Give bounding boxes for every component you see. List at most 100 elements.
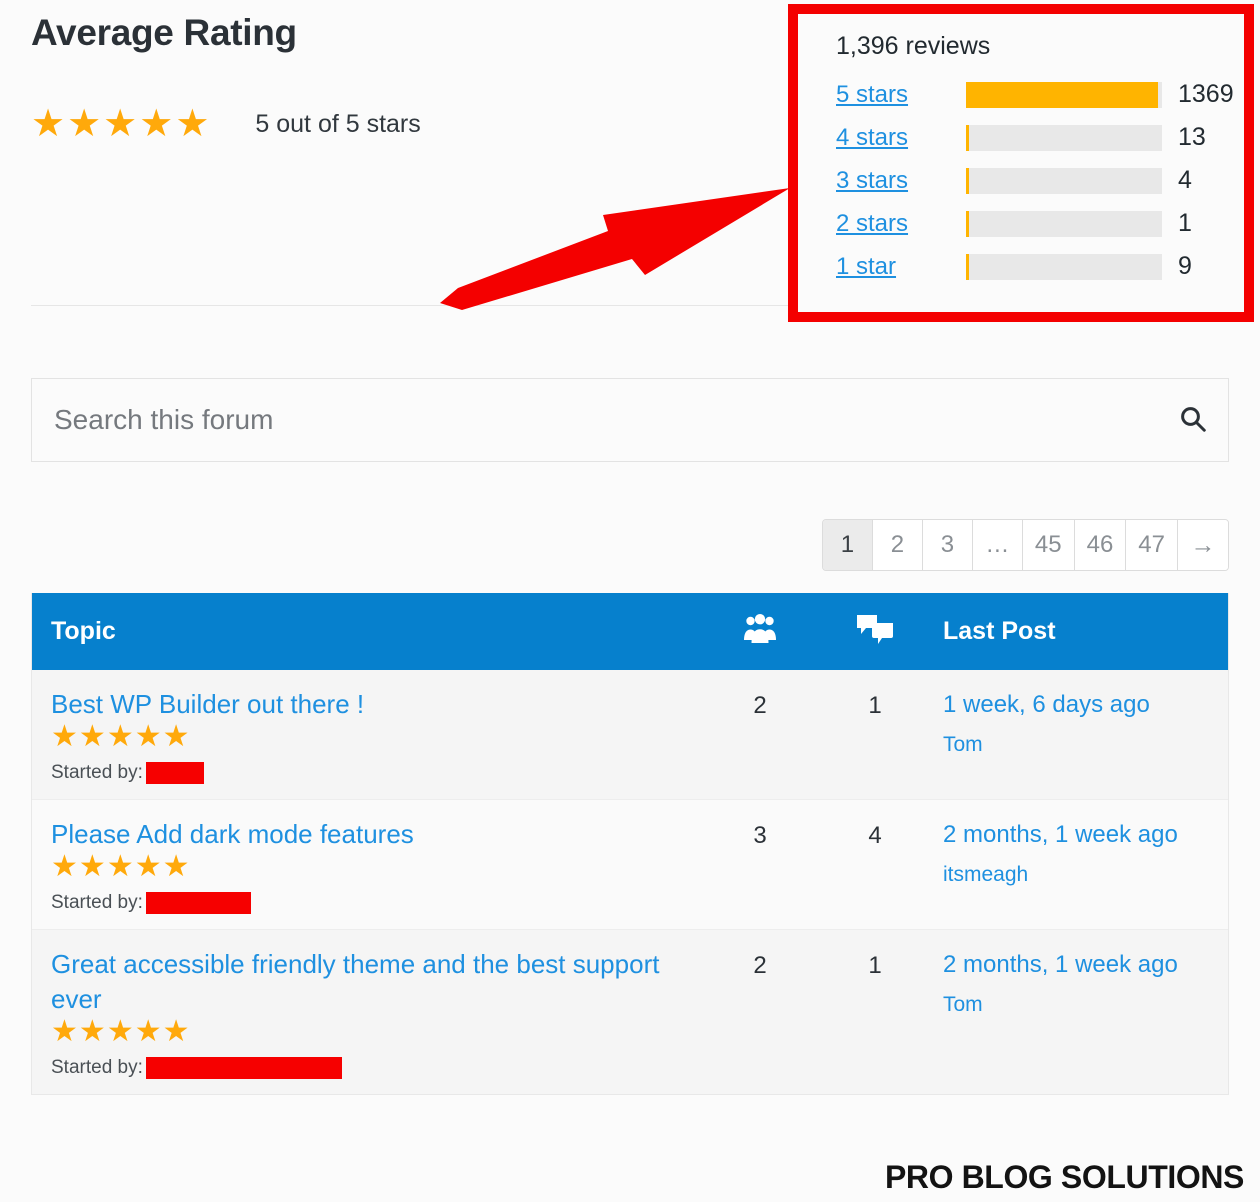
rating-bar-count: 13 bbox=[1178, 123, 1206, 151]
star-icon: ★ bbox=[103, 103, 138, 145]
comments-icon bbox=[855, 613, 895, 650]
rating-filter-link-2[interactable]: 2 stars bbox=[836, 210, 966, 238]
rating-histogram-row: 4 stars 13 bbox=[836, 116, 1222, 159]
rating-filter-link-1[interactable]: 1 star bbox=[836, 253, 966, 281]
star-icon: ★ bbox=[162, 1015, 190, 1049]
last-post-author-link[interactable]: Tom bbox=[943, 733, 1228, 757]
pagination-page-2[interactable]: 2 bbox=[872, 520, 923, 570]
cell-topic: Please Add dark mode features ★ ★ ★ ★ ★ Star… bbox=[32, 800, 704, 929]
table-row: Great accessible friendly theme and the … bbox=[32, 930, 1228, 1095]
cell-last-post: 2 months, 1 week ago Tom bbox=[934, 930, 1228, 1017]
rating-bar-fill bbox=[966, 253, 970, 280]
pagination-page-45[interactable]: 45 bbox=[1022, 520, 1075, 570]
rating-bar-track bbox=[966, 81, 1162, 108]
started-by: Started by: bbox=[51, 892, 685, 915]
pagination-page-46[interactable]: 46 bbox=[1074, 520, 1127, 570]
rating-filter-link-3[interactable]: 3 stars bbox=[836, 167, 966, 195]
rating-bar-track bbox=[966, 167, 1162, 194]
rating-histogram-row: 5 stars 1369 bbox=[836, 73, 1234, 116]
star-icon: ★ bbox=[175, 103, 210, 145]
star-icon: ★ bbox=[31, 103, 66, 145]
rating-bar-count: 4 bbox=[1178, 166, 1192, 194]
rating-histogram-row: 1 star 9 bbox=[836, 245, 1222, 288]
rating-histogram-rows: 5 stars 1369 4 stars 13 3 stars 4 2 star… bbox=[836, 73, 1234, 288]
star-icon: ★ bbox=[106, 720, 134, 754]
column-header-replies[interactable] bbox=[816, 613, 934, 650]
column-header-voices[interactable] bbox=[704, 614, 816, 649]
cell-replies-count: 1 bbox=[868, 692, 882, 719]
cell-replies-count: 1 bbox=[868, 952, 882, 980]
topic-title-link[interactable]: Best WP Builder out there ! bbox=[51, 687, 685, 722]
cell-last-post: 2 months, 1 week ago itsmeagh bbox=[934, 800, 1228, 887]
last-post-time-link[interactable]: 2 months, 1 week ago bbox=[943, 951, 1228, 979]
star-icon: ★ bbox=[134, 850, 162, 884]
red-arrow-annotation-icon bbox=[440, 188, 790, 310]
topic-title-link[interactable]: Great accessible friendly theme and the … bbox=[51, 947, 685, 1017]
last-post-time-link[interactable]: 2 months, 1 week ago bbox=[943, 821, 1228, 849]
rating-filter-link-5[interactable]: 5 stars bbox=[836, 81, 966, 109]
rating-bar-count: 9 bbox=[1178, 252, 1192, 280]
topic-rating-stars: ★ ★ ★ ★ ★ bbox=[51, 852, 685, 882]
star-icon: ★ bbox=[67, 103, 102, 145]
column-header-topic[interactable]: Topic bbox=[32, 617, 704, 646]
topic-title-link[interactable]: Please Add dark mode features bbox=[51, 817, 685, 852]
star-icon: ★ bbox=[51, 720, 78, 754]
pagination-next-button[interactable]: → bbox=[1178, 520, 1228, 570]
star-icon: ★ bbox=[51, 1015, 78, 1049]
forum-reviews-page: Average Rating ★ ★ ★ ★ ★ 5 out of 5 stars 1,… bbox=[0, 0, 1260, 1202]
rating-bar-count: 1369 bbox=[1178, 80, 1234, 108]
star-icon: ★ bbox=[78, 1015, 106, 1049]
table-row: Please Add dark mode features ★ ★ ★ ★ ★ Star… bbox=[32, 800, 1228, 931]
redacted-author-name bbox=[145, 762, 204, 785]
rating-filter-link-4[interactable]: 4 stars bbox=[836, 124, 966, 152]
rating-histogram-row: 3 stars 4 bbox=[836, 159, 1222, 202]
last-post-author-link[interactable]: Tom bbox=[943, 993, 1228, 1017]
topics-table-body: Best WP Builder out there ! ★ ★ ★ ★ ★ Starte… bbox=[32, 670, 1228, 1095]
watermark: PRO BLOG SOLUTIONS bbox=[884, 1159, 1244, 1195]
redacted-author-name bbox=[145, 892, 251, 915]
cell-voices-count: 3 bbox=[753, 822, 767, 850]
cell-voices-count: 2 bbox=[753, 692, 767, 719]
rating-bar-track bbox=[966, 124, 1162, 151]
pagination[interactable]: 1 2 3… 45 46 47 → bbox=[821, 519, 1229, 571]
cell-last-post: 1 week, 6 days ago Tom bbox=[934, 670, 1228, 757]
last-post-time-link[interactable]: 1 week, 6 days ago bbox=[943, 691, 1228, 719]
average-rating-block: Average Rating bbox=[31, 12, 297, 55]
cell-topic: Best WP Builder out there ! ★ ★ ★ ★ ★ Starte… bbox=[32, 670, 704, 799]
cell-replies-count: 4 bbox=[868, 822, 882, 850]
pagination-page-3[interactable]: 3 bbox=[922, 520, 973, 570]
rating-bar-track bbox=[966, 253, 1162, 280]
started-by-label: Started by: bbox=[51, 892, 143, 914]
star-icon: ★ bbox=[51, 850, 78, 884]
started-by: Started by: bbox=[51, 762, 685, 785]
forum-search-bar[interactable] bbox=[31, 378, 1229, 462]
started-by-label: Started by: bbox=[51, 762, 143, 784]
page-title: Average Rating bbox=[31, 12, 297, 53]
star-icon: ★ bbox=[162, 720, 190, 754]
pagination-page-47[interactable]: 47 bbox=[1126, 520, 1178, 570]
pagination-page-…[interactable]: … bbox=[972, 520, 1023, 570]
rating-bar-fill bbox=[966, 81, 1159, 108]
search-submit-button[interactable] bbox=[1158, 379, 1228, 461]
star-icon: ★ bbox=[134, 1015, 162, 1049]
star-icon: ★ bbox=[78, 850, 106, 884]
average-rating-stars-row: ★ ★ ★ ★ ★ 5 out of 5 stars bbox=[31, 105, 421, 143]
search-input[interactable] bbox=[32, 379, 1158, 461]
star-icon: ★ bbox=[162, 850, 190, 884]
table-row: Best WP Builder out there ! ★ ★ ★ ★ ★ Starte… bbox=[32, 670, 1228, 801]
rating-bar-track bbox=[966, 210, 1162, 237]
pagination-page-1[interactable]: 1 bbox=[822, 520, 873, 570]
cell-voices-count: 2 bbox=[753, 952, 767, 980]
rating-bar-count: 1 bbox=[1178, 209, 1192, 237]
topic-rating-stars: ★ ★ ★ ★ ★ bbox=[51, 722, 685, 752]
star-icon: ★ bbox=[106, 1015, 134, 1049]
last-post-author-link[interactable]: itsmeagh bbox=[943, 863, 1228, 887]
average-rating-summary: 5 out of 5 stars bbox=[255, 109, 421, 138]
topics-table: Topic Last Post Best WP Builder out ther… bbox=[31, 593, 1229, 1096]
star-icon: ★ bbox=[134, 720, 162, 754]
average-rating-stars: ★ ★ ★ ★ ★ bbox=[31, 105, 209, 143]
rating-bar-fill bbox=[966, 210, 970, 237]
star-icon: ★ bbox=[78, 720, 106, 754]
column-header-last-post[interactable]: Last Post bbox=[934, 617, 1228, 646]
search-icon bbox=[1178, 404, 1208, 437]
